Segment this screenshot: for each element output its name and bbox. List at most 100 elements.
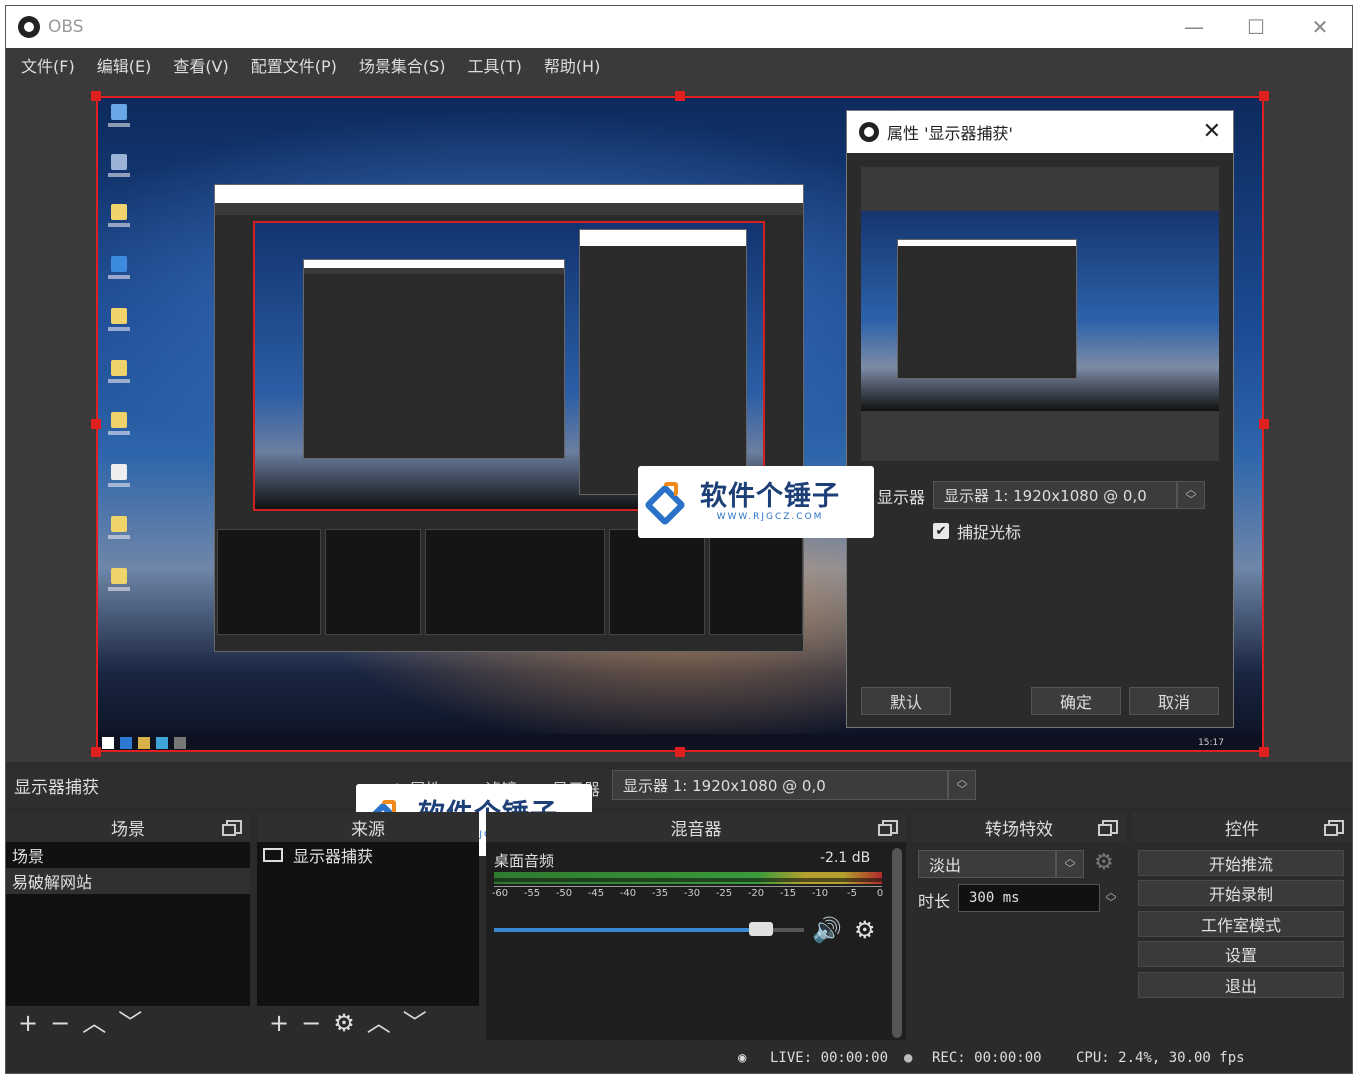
resize-handle[interactable] — [91, 419, 101, 429]
meter-scale-label: -30 — [683, 888, 701, 899]
gear-icon[interactable]: ⚙ — [854, 916, 876, 944]
resize-handle[interactable] — [91, 91, 101, 101]
obs-logo-icon — [859, 122, 879, 142]
maximize-icon[interactable]: ☐ — [1224, 6, 1288, 48]
meter-scale-label: 0 — [876, 888, 884, 899]
meter-scale-label: -45 — [587, 888, 605, 899]
transition-select[interactable]: 淡出 — [918, 850, 1056, 878]
properties-title: 属性 '显示器捕获' — [887, 124, 1013, 143]
watermark: 软件个锤子 WWW.RJGCZ.COM — [638, 466, 874, 538]
controls-title: 控件 — [1225, 819, 1259, 840]
resize-handle[interactable] — [675, 747, 685, 757]
scenes-list: 场景 易破解网站 — [6, 842, 250, 1006]
sources-title: 来源 — [351, 819, 385, 840]
desktop-capture: 15:17 属性 '显示器捕获' ✕ 显示器 显示器 1: 1920x1080 … — [96, 96, 1264, 752]
resize-handle[interactable] — [675, 91, 685, 101]
sources-list: 显示器捕获 — [257, 842, 479, 1006]
meter-scale-label: -20 — [747, 888, 765, 899]
desktop-icon — [108, 360, 130, 386]
obs-window: OBS — ☐ ✕ 文件(F) 编辑(E) 查看(V) 配置文件(P) 场景集合… — [5, 5, 1353, 1074]
display-select-arrows-icon[interactable]: ︿ ﹀ — [948, 770, 976, 800]
display-select-arrows-icon[interactable]: ︿ ﹀ — [1177, 481, 1205, 509]
resize-handle[interactable] — [1259, 747, 1269, 757]
menu-edit[interactable]: 编辑(E) — [86, 53, 163, 77]
meter-scale-label: -60 — [491, 888, 509, 899]
display-select[interactable]: 显示器 1: 1920x1080 @ 0,0 — [933, 481, 1177, 509]
meter-scale-label: -15 — [779, 888, 797, 899]
duration-label: 时长 — [918, 892, 951, 911]
default-button[interactable]: 默认 — [861, 687, 951, 715]
nested-obs-window — [214, 184, 804, 652]
monitor-icon — [263, 848, 283, 862]
start-streaming-button[interactable]: 开始推流 — [1138, 850, 1344, 876]
capture-cursor-checkbox[interactable]: ✔ 捕捉光标 — [933, 519, 1021, 543]
desktop-icon — [108, 516, 130, 542]
mixer-scrollbar[interactable] — [892, 848, 902, 1038]
rec-indicator-icon: ● — [904, 1050, 913, 1066]
scene-item[interactable]: 场景 — [6, 842, 250, 868]
mixer-title: 混音器 — [670, 819, 722, 840]
move-down-icon[interactable]: ﹀ — [118, 1011, 142, 1035]
start-recording-button[interactable]: 开始录制 — [1138, 880, 1344, 906]
move-up-icon[interactable]: ︿ — [367, 1011, 391, 1035]
menu-tools[interactable]: 工具(T) — [457, 53, 533, 77]
meter-scale-label: -50 — [555, 888, 573, 899]
float-dock-icon[interactable] — [222, 820, 242, 836]
close-icon[interactable]: ✕ — [1203, 119, 1221, 144]
scene-item[interactable]: 易破解网站 — [6, 868, 250, 894]
add-icon[interactable]: + — [18, 1011, 38, 1035]
close-icon[interactable]: ✕ — [1288, 6, 1352, 48]
menu-scene-collection[interactable]: 场景集合(S) — [348, 53, 457, 77]
float-dock-icon[interactable] — [1324, 820, 1344, 836]
live-time: LIVE: 00:00:00 — [770, 1050, 889, 1066]
source-item[interactable]: 显示器捕获 — [257, 842, 479, 868]
transition-select-arrows-icon[interactable]: ︿ ﹀ — [1056, 850, 1084, 878]
ok-button[interactable]: 确定 — [1031, 687, 1121, 715]
move-down-icon[interactable]: ﹀ — [403, 1011, 427, 1035]
resize-handle[interactable] — [91, 747, 101, 757]
volume-handle[interactable] — [748, 922, 773, 936]
title-bar: OBS — ☐ ✕ — [6, 6, 1352, 48]
rec-time: REC: 00:00:00 — [932, 1050, 1042, 1066]
speaker-icon[interactable]: 🔊 — [812, 916, 842, 944]
menu-file[interactable]: 文件(F) — [10, 53, 86, 77]
resize-handle[interactable] — [1259, 91, 1269, 101]
move-up-icon[interactable]: ︿ — [82, 1011, 106, 1035]
float-dock-icon[interactable] — [1098, 820, 1118, 836]
resize-handle[interactable] — [1259, 419, 1269, 429]
duration-stepper-icon[interactable]: ︿ ﹀ — [1100, 884, 1122, 912]
obs-logo-icon — [18, 16, 40, 38]
settings-button[interactable]: 设置 — [1138, 941, 1344, 967]
gear-icon[interactable]: ⚙ — [1094, 850, 1114, 875]
meter-scale-label: -25 — [715, 888, 733, 899]
duration-input[interactable]: 300 ms — [958, 884, 1100, 912]
meter-scale-label: -5 — [847, 888, 857, 899]
float-dock-icon[interactable] — [878, 820, 898, 836]
menu-help[interactable]: 帮助(H) — [533, 53, 612, 77]
controls-dock: 控件 开始推流 开始录制 工作室模式 设置 退出 — [1132, 812, 1352, 1040]
desktop-icon — [108, 308, 130, 334]
menu-view[interactable]: 查看(V) — [162, 53, 239, 77]
properties-titlebar: 属性 '显示器捕获' — [847, 111, 1233, 153]
meter-scale-label: -35 — [651, 888, 669, 899]
transitions-dock: 转场特效 淡出 ︿ ﹀ ⚙ 时长 300 ms ︿ ﹀ — [912, 812, 1126, 1040]
remove-icon[interactable]: − — [50, 1011, 70, 1035]
watermark-logo-icon — [643, 480, 692, 527]
minimize-icon[interactable]: — — [1162, 6, 1226, 48]
remove-icon[interactable]: − — [301, 1011, 321, 1035]
gear-icon[interactable]: ⚙ — [333, 1011, 355, 1035]
properties-dialog: 属性 '显示器捕获' ✕ 显示器 显示器 1: 1920x1080 @ 0,0 … — [846, 110, 1234, 728]
studio-mode-button[interactable]: 工作室模式 — [1138, 911, 1344, 937]
volume-slider[interactable] — [494, 922, 804, 936]
volume-fill — [494, 928, 761, 932]
source-item-label: 显示器捕获 — [293, 847, 374, 866]
status-bar: ◉ LIVE: 00:00:00 ● REC: 00:00:00 CPU: 2.… — [6, 1044, 1352, 1073]
exit-button[interactable]: 退出 — [1138, 972, 1344, 998]
menu-profile[interactable]: 配置文件(P) — [240, 53, 348, 77]
preview-area[interactable]: 15:17 属性 '显示器捕获' ✕ 显示器 显示器 1: 1920x1080 … — [6, 82, 1352, 762]
add-icon[interactable]: + — [269, 1011, 289, 1035]
properties-preview — [861, 167, 1219, 461]
sources-dock: 来源 显示器捕获 + − ⚙ ︿ ﹀ — [257, 812, 479, 1040]
display-select[interactable]: 显示器 1: 1920x1080 @ 0,0 — [612, 770, 948, 800]
cancel-button[interactable]: 取消 — [1129, 687, 1219, 715]
